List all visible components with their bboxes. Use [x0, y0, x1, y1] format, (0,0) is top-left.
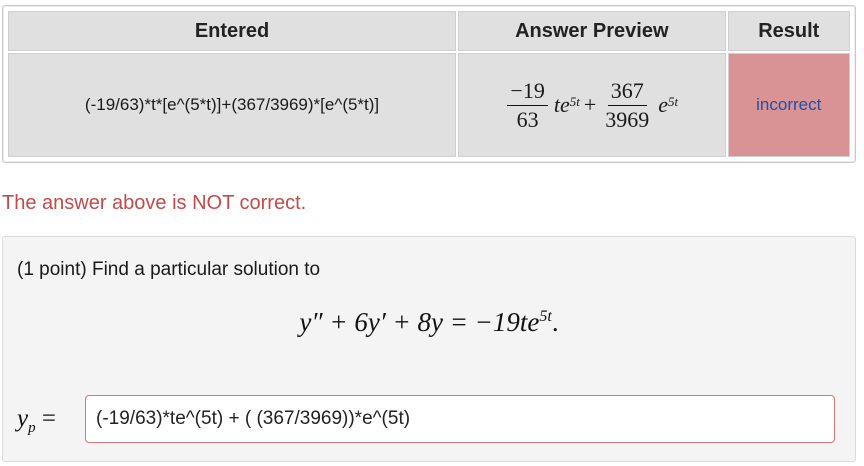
- preview-fraction-2: 367 3969: [602, 79, 652, 130]
- incorrect-answer-message: The answer above is NOT correct.: [2, 192, 307, 214]
- answer-preview-math: −19 63 te5t + 367 3969 e5t: [505, 79, 678, 132]
- result-status-cell: incorrect: [727, 53, 850, 157]
- preview-fraction-1-numerator: −19: [507, 79, 548, 106]
- results-table: Entered Answer Preview Result (-19/63)*t…: [6, 9, 852, 159]
- answer-label-equals: =: [35, 405, 56, 432]
- header-answer-preview: Answer Preview: [458, 11, 726, 51]
- preview-term-1-exponent: 5t: [569, 94, 580, 109]
- entered-answer-cell: (-19/63)*t*[e^(5*t)]+(367/3969)*[e^(5*t)…: [8, 53, 457, 157]
- preview-fraction-1: −19 63: [507, 79, 548, 132]
- preview-term-1-var: te: [553, 92, 570, 117]
- preview-term-1: te5t: [554, 92, 580, 118]
- equation-period: .: [551, 307, 559, 337]
- preview-fraction-2-numerator: 367: [607, 79, 647, 106]
- preview-term-2-exponent: 5t: [668, 94, 679, 109]
- preview-term-2-var: e: [658, 92, 669, 117]
- results-row: (-19/63)*t*[e^(5*t)]+(367/3969)*[e^(5*t)…: [8, 53, 850, 157]
- equation-body: y″ + 6y′ + 8y = −19te: [299, 307, 540, 337]
- problem-box: (1 point) Find a particular solution to …: [2, 236, 856, 462]
- preview-term-2: e5t: [658, 92, 678, 118]
- answer-label-var: y: [17, 405, 29, 432]
- header-entered: Entered: [8, 11, 457, 51]
- preview-fraction-2-denominator: 3969: [605, 106, 650, 132]
- problem-equation: y″ + 6y′ + 8y = −19te5t.: [3, 307, 855, 338]
- preview-plus: +: [583, 92, 597, 117]
- equation-exponent: 5t: [539, 308, 552, 325]
- results-header-row: Entered Answer Preview Result: [8, 11, 850, 51]
- answer-input[interactable]: [85, 395, 835, 443]
- preview-fraction-1-denominator: 63: [516, 106, 539, 132]
- answer-label: yp =: [17, 405, 56, 437]
- results-table-container: Entered Answer Preview Result (-19/63)*t…: [2, 5, 856, 163]
- header-result: Result: [727, 11, 850, 51]
- answer-label-subscript: p: [28, 420, 36, 436]
- problem-prompt: (1 point) Find a particular solution to: [17, 259, 321, 280]
- answer-preview-cell: −19 63 te5t + 367 3969 e5t: [458, 53, 726, 157]
